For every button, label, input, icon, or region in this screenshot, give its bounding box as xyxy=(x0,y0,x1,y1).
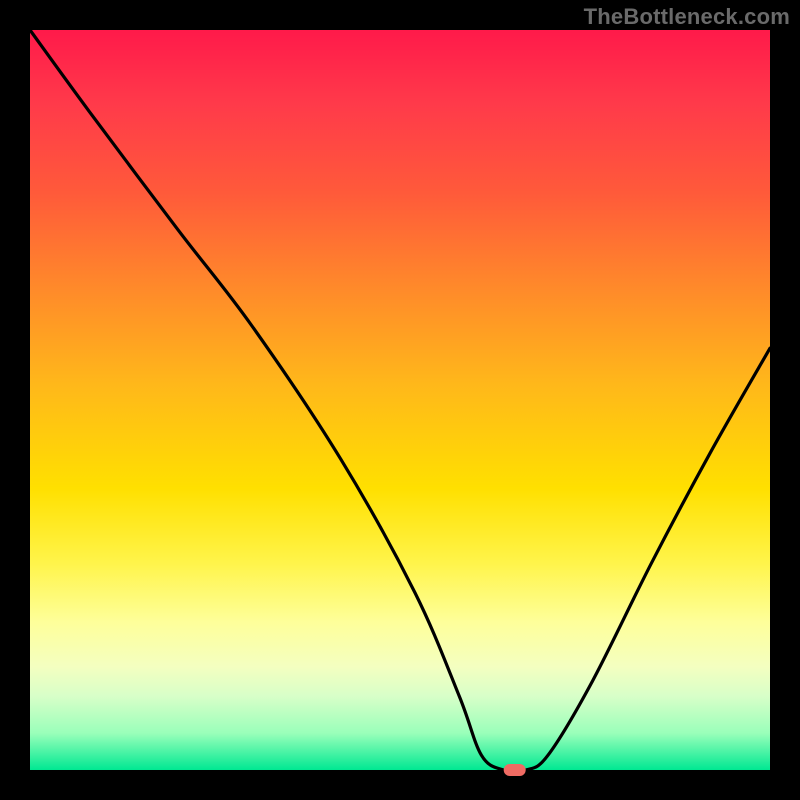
chart-plot-area xyxy=(30,30,770,770)
chart-curve-svg xyxy=(30,30,770,770)
bottleneck-curve xyxy=(30,30,770,772)
watermark-text: TheBottleneck.com xyxy=(584,4,790,30)
optimum-marker xyxy=(504,764,526,776)
chart-frame: TheBottleneck.com xyxy=(0,0,800,800)
